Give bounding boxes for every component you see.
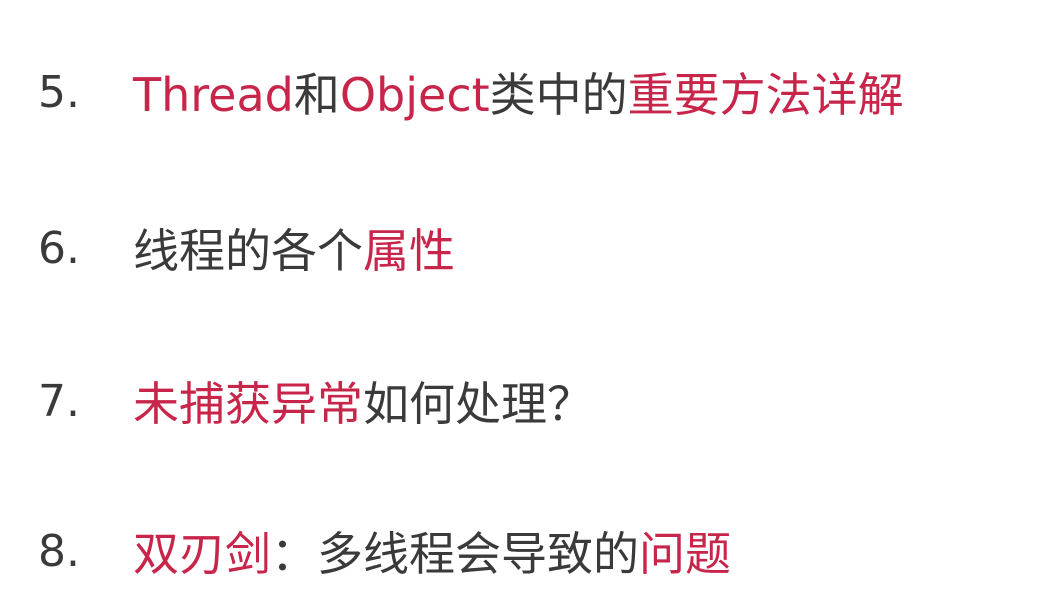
list-item-8: 8. 双刃剑：多线程会导致的问题	[38, 516, 731, 586]
text-segment: 和	[293, 68, 340, 122]
text-segment-highlight: 未捕获异常	[133, 377, 363, 431]
text-segment-highlight: Object	[339, 68, 490, 122]
text-segment: 类中的	[489, 68, 628, 122]
text-segment-highlight: 双刃剑	[133, 527, 271, 581]
text-segment-highlight: Thread	[133, 68, 294, 122]
list-item-5: 5. Thread和Object类中的重要方法详解	[38, 57, 904, 127]
text-segment: 线程的各个	[133, 224, 363, 278]
text-segment-highlight: 属性	[363, 224, 455, 278]
text-segment-highlight: 重要方法详解	[627, 68, 904, 122]
text-segment: ：多线程会导致的	[271, 527, 639, 581]
item-number: 8.	[38, 525, 80, 577]
item-text: 线程的各个属性	[133, 215, 455, 281]
list-item-6: 6. 线程的各个属性	[38, 213, 455, 283]
item-number: 5.	[38, 66, 80, 118]
text-segment: 如何处理？	[363, 377, 593, 431]
list-item-7: 7. 未捕获异常如何处理？	[38, 366, 593, 436]
item-text: 双刃剑：多线程会导致的问题	[133, 518, 731, 584]
slide: 5. Thread和Object类中的重要方法详解 6. 线程的各个属性 7. …	[0, 0, 1056, 604]
item-number: 6.	[38, 222, 80, 274]
item-text: Thread和Object类中的重要方法详解	[133, 59, 904, 125]
item-text: 未捕获异常如何处理？	[133, 368, 593, 434]
text-segment-highlight: 问题	[639, 527, 731, 581]
item-number: 7.	[38, 375, 80, 427]
